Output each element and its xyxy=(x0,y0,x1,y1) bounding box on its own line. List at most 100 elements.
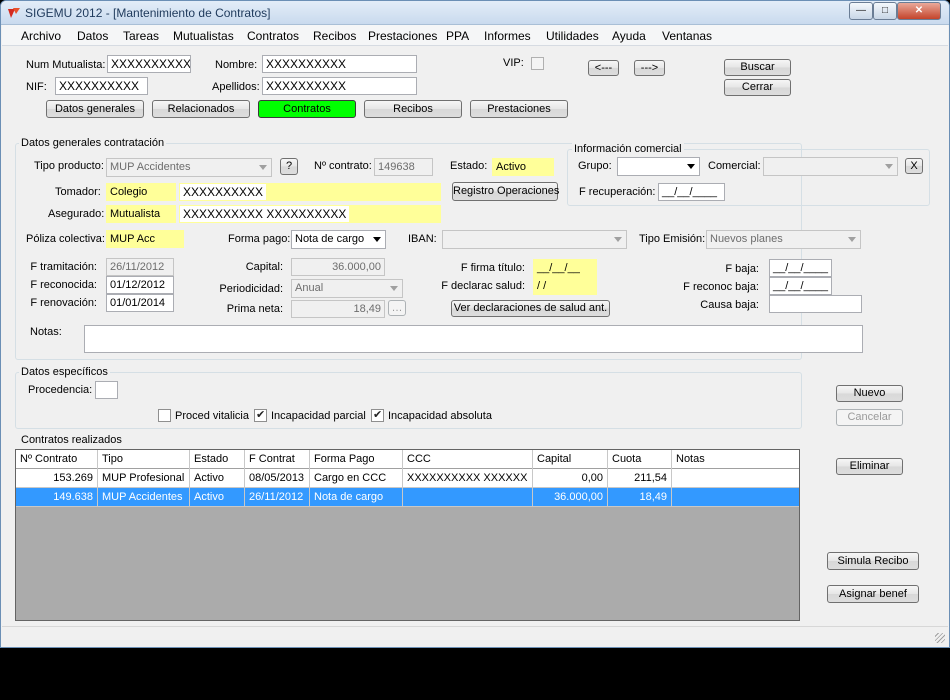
menu-bar: Archivo Datos Tareas Mutualistas Contrat… xyxy=(2,25,948,46)
ver-declaraciones-button[interactable]: Ver declaraciones de salud ant. xyxy=(451,300,610,317)
help-button[interactable]: ? xyxy=(280,158,298,175)
contract-group-title: Datos generales contratación xyxy=(19,137,167,149)
cell-estado: Activo xyxy=(190,469,245,488)
proced-vitalicia-checkbox[interactable] xyxy=(158,409,171,422)
nuevo-button[interactable]: Nuevo xyxy=(836,385,903,402)
f-renovacion-input[interactable]: 01/01/2014 xyxy=(106,294,174,312)
incapacidad-parcial-checkbox[interactable]: ✔ xyxy=(254,409,267,422)
cancelar-button[interactable]: Cancelar xyxy=(836,409,903,426)
f-recuperacion-label: F recuperación: xyxy=(579,186,656,198)
tipo-producto-select[interactable]: MUP Accidentes xyxy=(106,158,272,177)
col-tipo[interactable]: Tipo xyxy=(98,450,190,469)
simula-recibo-button[interactable]: Simula Recibo xyxy=(827,552,919,570)
cell-tipo: MUP Profesional xyxy=(98,469,190,488)
apellidos-input[interactable]: XXXXXXXXXX xyxy=(262,77,417,95)
next-button[interactable]: ---> xyxy=(634,60,665,76)
f-baja-input[interactable]: __/__/____ xyxy=(769,259,832,277)
chevron-down-icon xyxy=(687,164,695,169)
f-reconoc-baja-input[interactable]: __/__/____ xyxy=(769,277,832,295)
capital-input[interactable]: 36.000,00 xyxy=(291,258,385,276)
nombre-label: Nombre: xyxy=(215,59,258,71)
maximize-button[interactable]: □ xyxy=(873,2,897,20)
grupo-select[interactable] xyxy=(617,157,700,176)
col-ccc[interactable]: CCC xyxy=(403,450,533,469)
close-window-button[interactable]: ✕ xyxy=(897,2,941,20)
asignar-benef-button[interactable]: Asignar benef xyxy=(827,585,919,603)
poliza-colectiva-value: MUP Acc xyxy=(106,230,184,248)
cell-forma-pago: Nota de cargo xyxy=(310,488,403,507)
col-forma-pago[interactable]: Forma Pago xyxy=(310,450,403,469)
comercial-label: Comercial: xyxy=(708,160,761,172)
menu-recibos[interactable]: Recibos xyxy=(313,29,356,43)
asegurado-label: Asegurado: xyxy=(48,208,105,220)
menu-tareas[interactable]: Tareas xyxy=(123,29,159,43)
poliza-colectiva-label: Póliza colectiva: xyxy=(26,233,105,245)
menu-contratos[interactable]: Contratos xyxy=(247,29,299,43)
eliminar-button[interactable]: Eliminar xyxy=(836,458,903,475)
contracts-grid[interactable]: Nº Contrato Tipo Estado F Contrat Forma … xyxy=(15,449,800,621)
forma-pago-value: Nota de cargo xyxy=(295,233,365,245)
col-estado[interactable]: Estado xyxy=(190,450,245,469)
menu-mutualistas[interactable]: Mutualistas xyxy=(173,29,234,43)
f-reconocida-input[interactable]: 01/12/2012 xyxy=(106,276,174,294)
menu-ppa[interactable]: PPA xyxy=(446,29,469,43)
num-contrato-input[interactable]: 149638 xyxy=(374,158,433,176)
menu-ayuda[interactable]: Ayuda xyxy=(612,29,646,43)
cerrar-button[interactable]: Cerrar xyxy=(724,79,791,96)
col-capital[interactable]: Capital xyxy=(533,450,608,469)
notas-label: Notas: xyxy=(30,326,62,338)
menu-prestaciones[interactable]: Prestaciones xyxy=(368,29,437,43)
col-f-contrat[interactable]: F Contrat xyxy=(245,450,310,469)
prima-neta-button[interactable]: … xyxy=(388,300,406,316)
forma-pago-select[interactable]: Nota de cargo xyxy=(291,230,386,249)
vip-checkbox[interactable] xyxy=(531,57,544,70)
tab-prestaciones[interactable]: Prestaciones xyxy=(470,100,568,118)
previous-button[interactable]: <--- xyxy=(588,60,619,76)
title-bar: SIGEMU 2012 - [Mantenimiento de Contrato… xyxy=(1,1,949,25)
procedencia-label: Procedencia: xyxy=(28,384,93,396)
menu-utilidades[interactable]: Utilidades xyxy=(546,29,599,43)
specific-group-title: Datos específicos xyxy=(19,366,110,378)
col-cuota[interactable]: Cuota xyxy=(608,450,672,469)
tomador-type: Colegio xyxy=(106,183,176,201)
f-declarac-salud-input[interactable]: / / xyxy=(533,277,597,295)
tab-recibos[interactable]: Recibos xyxy=(364,100,462,118)
tomador-value: XXXXXXXXXX xyxy=(180,184,267,200)
f-recuperacion-input[interactable]: __/__/____ xyxy=(658,183,725,201)
notas-textarea[interactable] xyxy=(84,325,863,353)
window-title: SIGEMU 2012 - [Mantenimiento de Contrato… xyxy=(25,6,271,20)
causa-baja-input[interactable] xyxy=(769,295,862,313)
tipo-emision-select[interactable]: Nuevos planes xyxy=(706,230,861,249)
table-row-selected[interactable]: 149.638 MUP Accidentes Activo 26/11/2012… xyxy=(16,488,799,507)
asegurado-field[interactable]: XXXXXXXXXX XXXXXXXXXX xyxy=(179,205,441,223)
nombre-input[interactable]: XXXXXXXXXX xyxy=(262,55,417,73)
chevron-down-icon xyxy=(848,237,856,242)
table-row[interactable]: 153.269 MUP Profesional Activo 08/05/201… xyxy=(16,469,799,488)
menu-archivo[interactable]: Archivo xyxy=(21,29,61,43)
procedencia-input[interactable] xyxy=(95,381,118,399)
buscar-button[interactable]: Buscar xyxy=(724,59,791,76)
comercial-select[interactable] xyxy=(763,157,898,176)
menu-ventanas[interactable]: Ventanas xyxy=(662,29,712,43)
col-num-contrato[interactable]: Nº Contrato xyxy=(16,450,98,469)
minimize-button[interactable]: — xyxy=(849,2,873,20)
tab-relacionados[interactable]: Relacionados xyxy=(152,100,250,118)
num-mutualista-input[interactable]: XXXXXXXXXX xyxy=(107,55,191,73)
incapacidad-absoluta-checkbox[interactable]: ✔ xyxy=(371,409,384,422)
tab-contratos[interactable]: Contratos xyxy=(258,100,356,118)
menu-informes[interactable]: Informes xyxy=(484,29,531,43)
f-tramitacion-input[interactable]: 26/11/2012 xyxy=(106,258,174,276)
tomador-field[interactable]: XXXXXXXXXX xyxy=(179,183,441,201)
iban-select[interactable] xyxy=(442,230,627,249)
col-notas[interactable]: Notas xyxy=(672,450,799,469)
nif-input[interactable]: XXXXXXXXXX xyxy=(55,77,148,95)
prima-neta-input[interactable]: 18,49 xyxy=(291,300,385,318)
prima-neta-label: Prima neta: xyxy=(226,303,283,315)
clear-comercial-button[interactable]: X xyxy=(905,158,923,174)
menu-datos[interactable]: Datos xyxy=(77,29,108,43)
registro-operaciones-button[interactable]: Registro Operaciones xyxy=(452,182,559,201)
f-firma-titulo-input[interactable]: __/__/__ xyxy=(533,259,597,277)
periodicidad-select[interactable]: Anual xyxy=(291,279,403,298)
tab-datos-generales[interactable]: Datos generales xyxy=(46,100,144,118)
resize-grip-icon[interactable] xyxy=(935,633,945,643)
